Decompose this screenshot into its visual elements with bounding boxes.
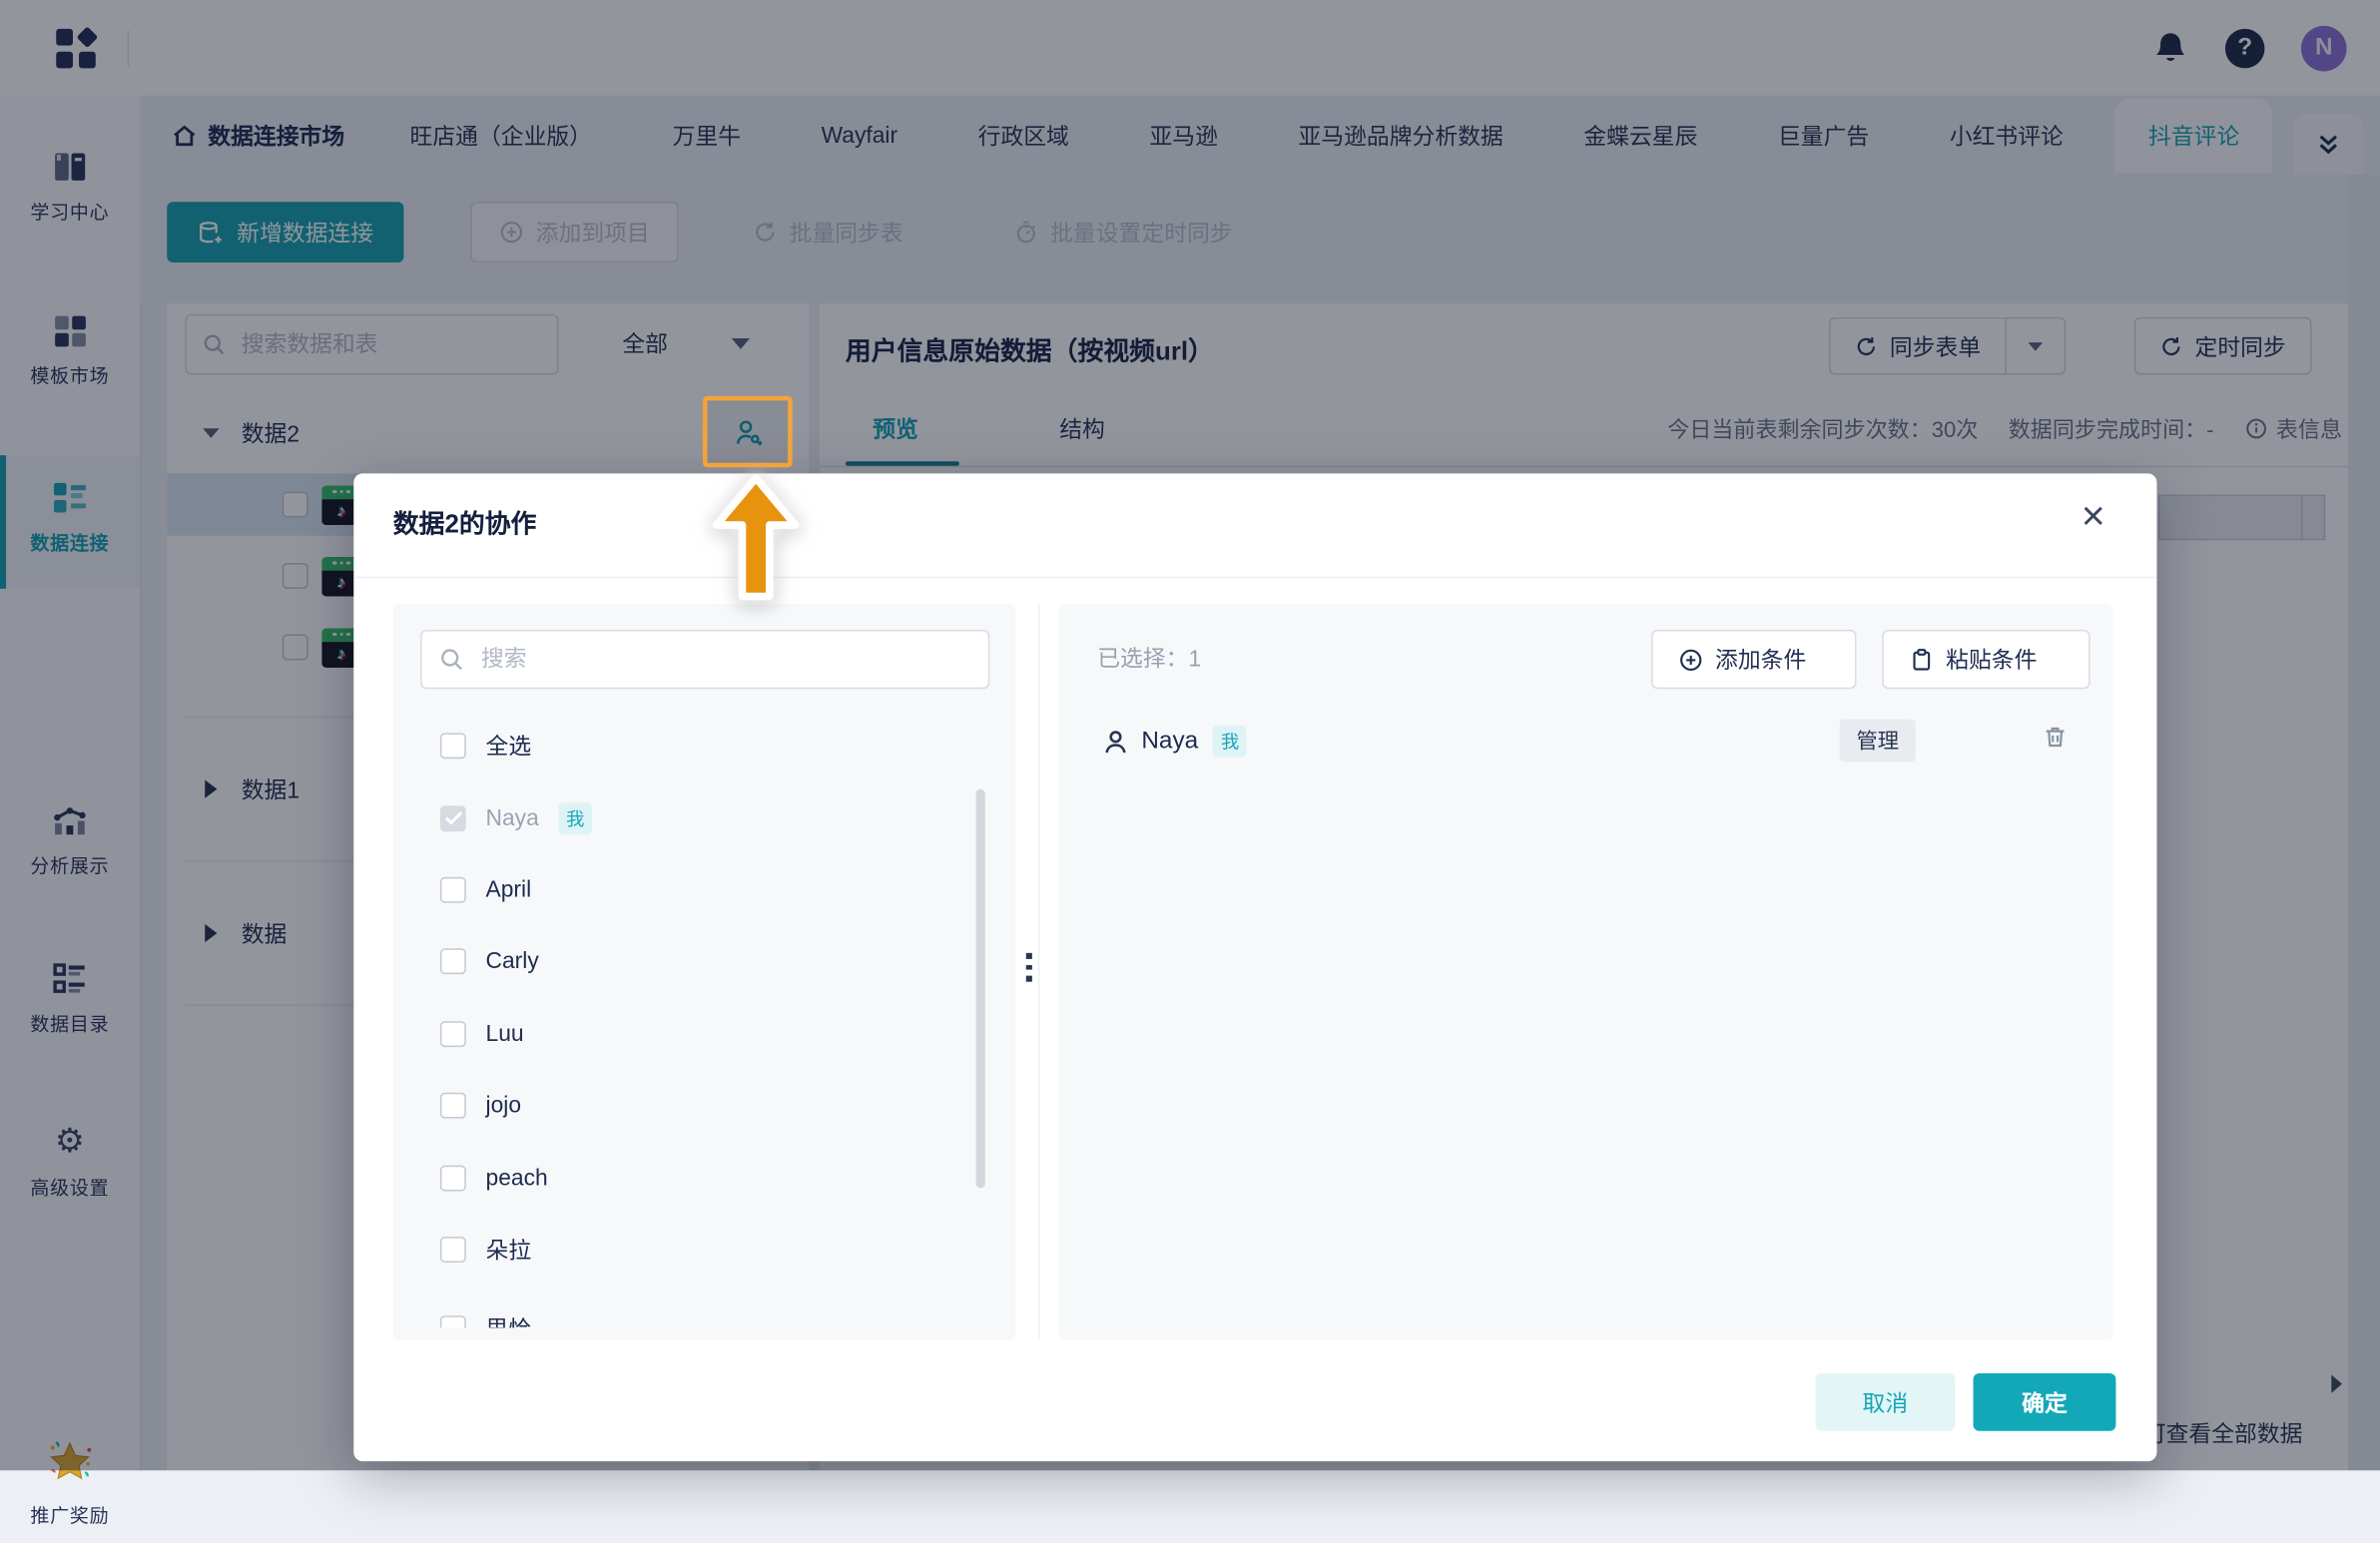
divider xyxy=(1037,604,1040,1340)
annotation-arrow-up-icon xyxy=(708,473,805,601)
member-row[interactable]: peach xyxy=(393,1142,1015,1214)
member-row[interactable]: 朵拉 xyxy=(393,1214,1015,1286)
add-condition-button[interactable]: 添加条件 xyxy=(1651,629,1857,690)
checkbox[interactable] xyxy=(439,1092,466,1119)
member-row[interactable]: April xyxy=(393,854,1015,926)
member-search-input[interactable] xyxy=(477,645,972,675)
confirm-button[interactable]: 确定 xyxy=(1973,1372,2116,1431)
selected-member-name: Naya xyxy=(1141,728,1199,754)
close-icon[interactable]: × xyxy=(2073,495,2114,539)
member-picker-panel: 全选 Naya 我 April xyxy=(392,604,1016,1340)
checkbox[interactable] xyxy=(439,733,466,760)
member-list: 全选 Naya 我 April Carly Luu jojo peach 朵拉 xyxy=(393,711,1015,1328)
me-badge: 我 xyxy=(558,801,593,834)
trash-icon[interactable] xyxy=(2042,724,2069,751)
checkbox[interactable] xyxy=(439,1237,466,1263)
checkbox[interactable] xyxy=(439,876,466,903)
member-row[interactable]: Luu xyxy=(393,998,1015,1070)
selected-members-panel: 已选择：1 添加条件 粘贴条件 Naya 我 管理 xyxy=(1057,604,2113,1340)
checkbox[interactable] xyxy=(439,1164,466,1191)
cancel-button[interactable]: 取消 xyxy=(1815,1372,1956,1431)
member-search[interactable] xyxy=(420,629,990,690)
member-row[interactable]: 全选 xyxy=(393,711,1015,782)
checkbox[interactable] xyxy=(439,804,466,831)
divider xyxy=(353,576,2157,579)
selected-count: 已选择：1 xyxy=(1097,646,1202,673)
checkbox[interactable] xyxy=(439,948,466,975)
plus-circle-icon xyxy=(1680,648,1702,671)
search-icon xyxy=(438,647,464,673)
paste-condition-button[interactable]: 粘贴条件 xyxy=(1882,629,2090,690)
member-row[interactable]: 思恰 xyxy=(393,1293,1015,1328)
paste-icon xyxy=(1913,648,1931,670)
modal-title: 数据2的协作 xyxy=(392,509,537,539)
annotation-highlight-box xyxy=(702,395,793,468)
person-icon xyxy=(1102,728,1129,755)
collaboration-modal: 数据2的协作 × 全选 xyxy=(353,473,2157,1462)
checkbox[interactable] xyxy=(439,1020,466,1047)
scrollbar-thumb[interactable] xyxy=(975,788,985,1189)
role-select[interactable]: 管理 xyxy=(1839,719,1916,763)
app-screen: ? N 学习中心 模板市场 数据连接 分析展示 数据目录 ⚙ 高级设置 推广奖励… xyxy=(0,0,2380,1527)
selected-member-row: Naya 我 管理 xyxy=(1058,717,2113,767)
drag-handle[interactable] xyxy=(1025,952,1032,981)
member-row[interactable]: jojo xyxy=(393,1070,1015,1142)
me-badge: 我 xyxy=(1213,725,1247,758)
member-row[interactable]: Carly xyxy=(393,926,1015,998)
member-row[interactable]: Naya 我 xyxy=(393,782,1015,854)
checkbox[interactable] xyxy=(439,1315,466,1328)
